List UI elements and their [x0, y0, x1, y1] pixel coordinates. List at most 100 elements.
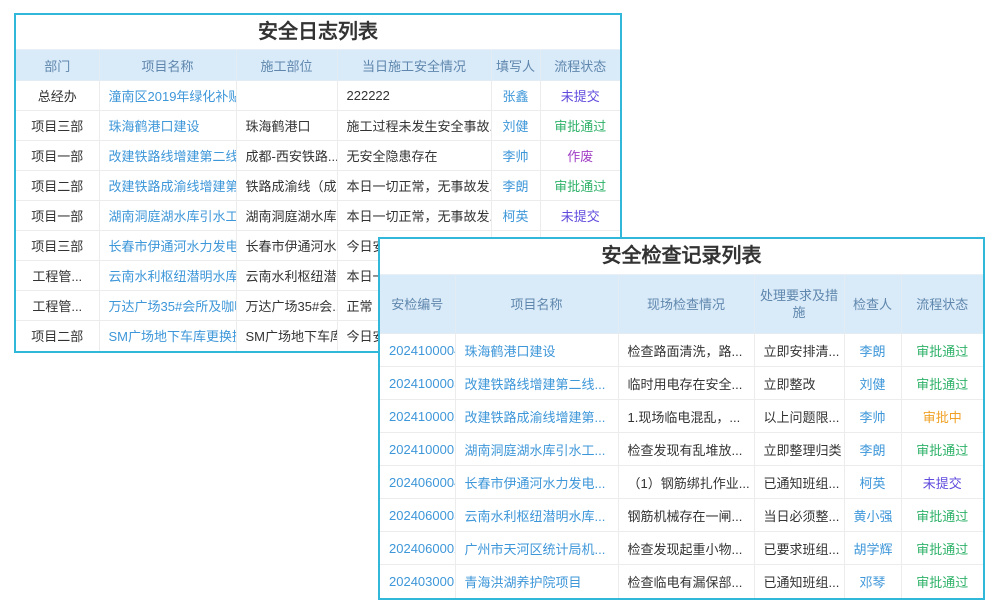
table-cell: 项目二部: [16, 171, 99, 201]
table-row: 2024060002广州市天河区统计局机...检查发现起重小物...已要求班组.…: [380, 532, 983, 565]
person-name: 柯英: [491, 201, 540, 231]
cell-link[interactable]: 2024100002: [380, 400, 455, 433]
column-header-construction-part: 施工部位: [236, 50, 337, 81]
person-name: 张鑫: [491, 81, 540, 111]
column-header-flow-status: 流程状态: [901, 275, 983, 334]
safety-inspection-table: 安检编号 项目名称 现场检查情况 处理要求及措施 检查人 流程状态 202410…: [380, 275, 983, 598]
table-row: 项目一部湖南洞庭湖水库引水工程...湖南洞庭湖水库本日一切正常，无事故发...柯…: [16, 201, 620, 231]
status-text: 审批通过: [540, 171, 620, 201]
table-cell: 云南水利枢纽潜...: [236, 261, 337, 291]
column-header-inspector: 检查人: [844, 275, 901, 334]
table-cell: （1）钢筋绑扎作业...: [618, 466, 754, 499]
column-header-project-name: 项目名称: [99, 50, 236, 81]
cell-link[interactable]: 2024060003: [380, 499, 455, 532]
cell-link[interactable]: 云南水利枢纽潜明水库...: [455, 499, 618, 532]
person-name: 胡学辉: [844, 532, 901, 565]
table-row: 2024100004珠海鹤港口建设检查路面清洗，路...立即安排清...李朗审批…: [380, 334, 983, 367]
table-cell: 长春市伊通河水...: [236, 231, 337, 261]
person-name: 李朗: [844, 334, 901, 367]
cell-link[interactable]: 万达广场35#会所及咖啡...: [99, 291, 236, 321]
table-cell: [236, 81, 337, 111]
column-header-daily-safety: 当日施工安全情况: [337, 50, 491, 81]
cell-link[interactable]: 湖南洞庭湖水库引水工...: [455, 433, 618, 466]
table-row: 总经办潼南区2019年绿化补贴项...222222张鑫未提交: [16, 81, 620, 111]
cell-link[interactable]: 改建铁路线增建第二线...: [455, 367, 618, 400]
cell-link[interactable]: 广州市天河区统计局机...: [455, 532, 618, 565]
table-cell: 湖南洞庭湖水库: [236, 201, 337, 231]
table-cell: 成都-西安铁路...: [236, 141, 337, 171]
status-text: 审批通过: [901, 334, 983, 367]
safety-inspection-title: 安全检查记录列表: [380, 239, 983, 275]
table-cell: 当日必须整...: [754, 499, 844, 532]
cell-link[interactable]: 云南水利枢纽潜明水库一...: [99, 261, 236, 291]
table-row: 项目一部改建铁路线增建第二线直...成都-西安铁路...无安全隐患存在李帅作废: [16, 141, 620, 171]
cell-link[interactable]: 2024100001: [380, 433, 455, 466]
cell-link[interactable]: 青海洪湖养护院项目: [455, 565, 618, 598]
column-header-flow-status: 流程状态: [540, 50, 620, 81]
table-cell: 铁路成渝线（成...: [236, 171, 337, 201]
table-cell: 珠海鹤港口: [236, 111, 337, 141]
safety-inspection-panel: 安全检查记录列表 安检编号 项目名称 现场检查情况 处理要求及措施 检查人 流程…: [378, 237, 985, 600]
table-cell: 项目一部: [16, 201, 99, 231]
status-text: 审批通过: [901, 433, 983, 466]
cell-link[interactable]: 湖南洞庭湖水库引水工程...: [99, 201, 236, 231]
cell-link[interactable]: 2024100004: [380, 334, 455, 367]
page-background: 安全日志列表 部门 项目名称 施工部位 当日施工安全情况 填写人 流程状态 总经…: [0, 0, 1000, 600]
table-cell: 检查临电有漏保部...: [618, 565, 754, 598]
table-cell: 以上问题限...: [754, 400, 844, 433]
table-cell: 施工过程未发生安全事故...: [337, 111, 491, 141]
table-cell: 立即整改: [754, 367, 844, 400]
cell-link[interactable]: 2024060002: [380, 532, 455, 565]
table-row: 2024060003云南水利枢纽潜明水库...钢筋机械存在一闸...当日必须整.…: [380, 499, 983, 532]
status-text: 未提交: [901, 466, 983, 499]
header-row: 安检编号 项目名称 现场检查情况 处理要求及措施 检查人 流程状态: [380, 275, 983, 334]
status-text: 审批通过: [901, 565, 983, 598]
column-header-inspection-no: 安检编号: [380, 275, 455, 334]
person-name: 邓琴: [844, 565, 901, 598]
table-cell: 项目一部: [16, 141, 99, 171]
person-name: 柯英: [844, 466, 901, 499]
table-cell: 本日一切正常，无事故发...: [337, 171, 491, 201]
table-cell: 项目二部: [16, 321, 99, 351]
header-row: 部门 项目名称 施工部位 当日施工安全情况 填写人 流程状态: [16, 50, 620, 81]
table-cell: 钢筋机械存在一闸...: [618, 499, 754, 532]
table-cell: 222222: [337, 81, 491, 111]
cell-link[interactable]: 珠海鹤港口建设: [99, 111, 236, 141]
table-row: 2024100002改建铁路成渝线增建第...1.现场临电混乱，...以上问题限…: [380, 400, 983, 433]
table-cell: 本日一切正常，无事故发...: [337, 201, 491, 231]
table-cell: 已要求班组...: [754, 532, 844, 565]
cell-link[interactable]: 长春市伊通河水力发电厂...: [99, 231, 236, 261]
safety-log-title: 安全日志列表: [16, 15, 620, 50]
table-cell: 立即安排清...: [754, 334, 844, 367]
cell-link[interactable]: 2024100003: [380, 367, 455, 400]
cell-link[interactable]: 改建铁路线增建第二线直...: [99, 141, 236, 171]
table-row: 项目二部改建铁路成渝线增建第二...铁路成渝线（成...本日一切正常，无事故发.…: [16, 171, 620, 201]
person-name: 黄小强: [844, 499, 901, 532]
cell-link[interactable]: 长春市伊通河水力发电...: [455, 466, 618, 499]
status-text: 审批通过: [901, 532, 983, 565]
table-cell: 工程管...: [16, 261, 99, 291]
cell-link[interactable]: SM广场地下车库更换摄...: [99, 321, 236, 351]
table-row: 项目三部珠海鹤港口建设珠海鹤港口施工过程未发生安全事故...刘健审批通过: [16, 111, 620, 141]
table-cell: 万达广场35#会...: [236, 291, 337, 321]
status-text: 作废: [540, 141, 620, 171]
cell-link[interactable]: 潼南区2019年绿化补贴项...: [99, 81, 236, 111]
cell-link[interactable]: 2024060004: [380, 466, 455, 499]
table-cell: 工程管...: [16, 291, 99, 321]
status-text: 审批通过: [540, 111, 620, 141]
status-text: 审批通过: [901, 367, 983, 400]
status-text: 审批通过: [901, 499, 983, 532]
column-header-department: 部门: [16, 50, 99, 81]
person-name: 李帅: [844, 400, 901, 433]
column-header-filler: 填写人: [491, 50, 540, 81]
table-cell: 已通知班组...: [754, 466, 844, 499]
cell-link[interactable]: 改建铁路成渝线增建第...: [455, 400, 618, 433]
cell-link[interactable]: 珠海鹤港口建设: [455, 334, 618, 367]
status-text: 未提交: [540, 201, 620, 231]
cell-link[interactable]: 2024030001: [380, 565, 455, 598]
cell-link[interactable]: 改建铁路成渝线增建第二...: [99, 171, 236, 201]
person-name: 李朗: [491, 171, 540, 201]
column-header-site-check: 现场检查情况: [618, 275, 754, 334]
table-cell: 无安全隐患存在: [337, 141, 491, 171]
person-name: 李朗: [844, 433, 901, 466]
